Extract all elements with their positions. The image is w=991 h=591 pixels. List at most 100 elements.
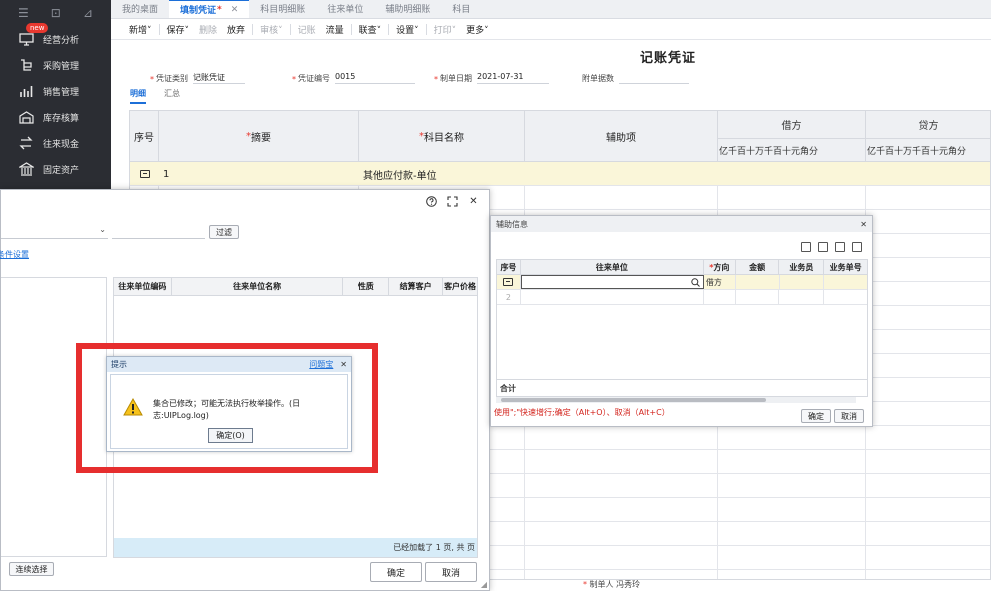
sidebar-item-business-analysis[interactable]: new 经营分析	[0, 23, 111, 52]
copy-row-icon[interactable]	[818, 242, 828, 252]
condition-settings-link[interactable]: 条件设置	[0, 249, 29, 260]
filter-button[interactable]: 过滤	[209, 225, 239, 239]
help-icon[interactable]	[426, 195, 437, 207]
load-status: 已经加载了 1 页, 共 页	[114, 538, 477, 557]
partner-cell[interactable]	[521, 290, 704, 304]
filter-select[interactable]: ⌄	[1, 225, 108, 239]
save-button[interactable]: 保存˅	[162, 23, 195, 36]
resize-grip-icon[interactable]: ◢	[481, 580, 487, 589]
close-icon[interactable]: ✕	[468, 196, 479, 207]
filter-input[interactable]	[112, 225, 205, 239]
col-label: 科目名称	[424, 133, 464, 144]
tab-label: 往来单位	[327, 5, 364, 15]
maximize-icon[interactable]	[447, 195, 458, 207]
table-row[interactable]: 借方	[497, 275, 867, 290]
toolbar-divider	[350, 23, 352, 35]
ok-button[interactable]: 确定	[801, 409, 831, 423]
tab-partners[interactable]: 往来单位	[316, 0, 374, 18]
sidebar-item-sales[interactable]: 销售管理	[0, 78, 111, 104]
save-label: 保存	[166, 25, 185, 36]
required-marker: *	[583, 580, 587, 589]
toolbar-divider	[252, 23, 254, 35]
voucher-type-field[interactable]: * 凭证类别 记账凭证	[150, 70, 245, 84]
sidebar-item-purchase[interactable]: 采购管理	[0, 52, 111, 78]
attachment-count-field[interactable]: 附单据数	[582, 70, 689, 84]
query-button[interactable]: 联查˅	[354, 23, 387, 36]
voucher-number-field[interactable]: * 凭证编号 0015	[292, 70, 416, 84]
row-edit-icon[interactable]	[497, 275, 521, 289]
scrollbar-thumb[interactable]	[501, 398, 766, 402]
export-icon[interactable]: ⊿	[83, 6, 93, 20]
row-icon	[139, 170, 150, 178]
paste-row-icon[interactable]	[835, 242, 845, 252]
summary-cell[interactable]: 1	[159, 162, 359, 186]
settings-button[interactable]: 设置˅	[391, 23, 424, 36]
tab-fill-voucher[interactable]: 填制凭证 * ✕	[169, 0, 250, 18]
horizontal-scrollbar[interactable]	[496, 397, 856, 403]
tab-label: 辅助明细账	[385, 5, 431, 15]
maker-value: 冯秀玲	[616, 580, 641, 589]
subject-cell[interactable]: 其他应付款-单位	[359, 162, 525, 186]
toolbar-divider	[289, 23, 291, 35]
business-no-cell[interactable]	[824, 275, 867, 289]
aux-title: 辅助信息	[496, 219, 528, 229]
salesman-cell[interactable]	[779, 290, 825, 304]
cancel-button[interactable]: 取消	[425, 562, 477, 582]
more-button[interactable]: 更多˅	[461, 23, 494, 36]
field-label: 凭证类别	[156, 74, 188, 83]
new-button[interactable]: 新增˅	[124, 23, 157, 36]
cancel-button[interactable]: 取消	[834, 409, 864, 423]
insert-row-icon[interactable]	[801, 242, 811, 252]
col-amount: 金额	[736, 260, 780, 274]
sidebar-item-cash[interactable]: 往来现金	[0, 130, 111, 156]
search-icon[interactable]	[691, 277, 700, 287]
new-badge: new	[26, 23, 49, 33]
tab-label: 科目	[452, 5, 471, 15]
field-label: 附单据数	[582, 74, 614, 83]
direction-cell[interactable]: 借方	[704, 275, 736, 289]
subtab-detail[interactable]: 明细	[130, 88, 146, 104]
highlight-frame	[76, 343, 378, 473]
tab-subjects[interactable]: 科目	[441, 0, 481, 18]
business-no-cell[interactable]	[824, 290, 867, 304]
continuous-select-button[interactable]: 连续选择	[9, 562, 54, 576]
sidebar-item-fixed-assets[interactable]: 固定资产	[0, 156, 111, 182]
audit-label: 审核	[260, 25, 279, 36]
subtab-summary[interactable]: 汇总	[164, 88, 180, 104]
tab-aux-ledger[interactable]: 辅助明细账	[374, 0, 441, 18]
amount-cell[interactable]	[736, 290, 780, 304]
flow-button[interactable]: 流量	[321, 23, 349, 36]
close-icon[interactable]: ✕	[231, 5, 239, 15]
direction-cell[interactable]	[704, 290, 736, 304]
toolbar-divider	[158, 23, 160, 35]
sidebar-item-inventory[interactable]: 库存核算	[0, 104, 111, 130]
sidebar-item-label: 采购管理	[43, 61, 80, 72]
menu-icon[interactable]: ☰	[18, 6, 29, 20]
table-row[interactable]: 1 其他应付款-单位	[130, 162, 990, 401]
ok-button[interactable]: 确定	[370, 562, 422, 582]
row-edit-icon[interactable]	[130, 162, 159, 186]
voucher-subtabs: 明细 汇总	[130, 88, 180, 104]
tab-desktop[interactable]: 我的桌面	[111, 0, 169, 18]
bank-icon	[18, 162, 34, 176]
delete-button[interactable]: 删除	[194, 23, 222, 36]
toolbar-divider	[388, 23, 390, 35]
col-nature: 性质	[343, 278, 390, 295]
amount-cell[interactable]	[736, 275, 780, 289]
table-row[interactable]: 2	[497, 290, 867, 305]
tab-subject-ledger[interactable]: 科目明细账	[249, 0, 316, 18]
partner-input[interactable]	[520, 275, 704, 289]
post-button[interactable]: 记账	[293, 23, 321, 36]
delete-row-icon[interactable]	[852, 242, 862, 252]
col-credit: 贷方 亿千百十万千百十元角分	[866, 111, 990, 162]
voucher-date-field[interactable]: * 制单日期 2021-07-31	[434, 70, 549, 84]
close-icon[interactable]: ✕	[860, 220, 867, 229]
voucher-type-value: 记账凭证	[193, 72, 245, 84]
col-debit-label: 借方	[718, 111, 865, 139]
print-button[interactable]: 打印˅	[429, 23, 462, 36]
col-aux: 辅助项	[525, 111, 718, 162]
discard-button[interactable]: 放弃	[222, 23, 250, 36]
collapse-icon[interactable]: ⊡	[51, 6, 61, 20]
salesman-cell[interactable]	[780, 275, 825, 289]
audit-button[interactable]: 审核˅	[255, 23, 288, 36]
